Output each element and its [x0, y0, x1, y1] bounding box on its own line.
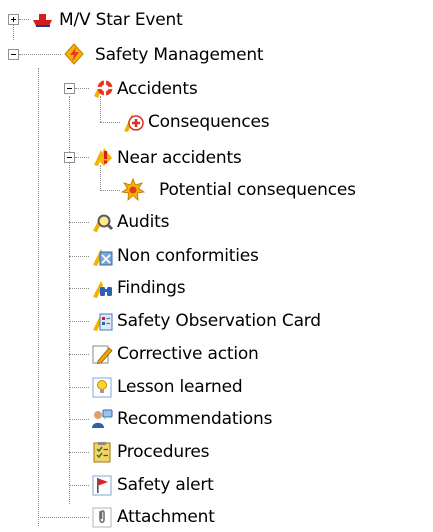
red-flag-icon — [90, 473, 114, 497]
tree-node-potential-consequences[interactable]: Potential consequences — [0, 175, 433, 205]
tree-connector — [69, 222, 89, 223]
tree-node-label: Safety Management — [95, 45, 264, 65]
collapse-button[interactable] — [64, 152, 75, 163]
tree-node-label: M/V Star Event — [59, 10, 183, 30]
navigation-tree: M/V Star Event Safety Management Acciden… — [0, 0, 433, 531]
warning-exclamation-icon — [90, 145, 114, 169]
tree-connector — [69, 452, 89, 453]
tree-node-label: Procedures — [117, 442, 210, 462]
tree-connector — [38, 517, 89, 518]
tree-node-label: Safety Observation Card — [117, 311, 321, 331]
tree-node-label: Potential consequences — [159, 180, 356, 200]
tree-connector — [75, 157, 89, 158]
paperclip-icon — [90, 505, 114, 529]
checklist-icon — [90, 440, 114, 464]
tree-connector — [69, 256, 89, 257]
tree-connector — [19, 54, 61, 55]
tree-node-non-conformities[interactable]: Non conformities — [0, 241, 433, 271]
collapse-button[interactable] — [64, 83, 75, 94]
tree-connector — [69, 387, 89, 388]
pencil-icon — [90, 342, 114, 366]
tree-node-attachment[interactable]: Attachment — [0, 502, 433, 532]
tree-node-label: Recommendations — [117, 409, 273, 429]
tree-node-label: Near accidents — [117, 148, 242, 168]
tree-connector — [69, 485, 89, 486]
collapse-button[interactable] — [8, 49, 19, 60]
tree-node-label: Attachment — [117, 507, 215, 527]
tree-node-lesson-learned[interactable]: Lesson learned — [0, 372, 433, 402]
tree-connector — [75, 88, 89, 89]
tree-node-procedures[interactable]: Procedures — [0, 437, 433, 467]
lightning-shield-icon — [62, 42, 86, 66]
tree-node-label: Accidents — [117, 79, 198, 99]
tree-node-mv-star-event[interactable]: M/V Star Event — [0, 5, 433, 35]
tree-node-label: Corrective action — [117, 344, 259, 364]
first-aid-icon — [121, 110, 145, 134]
tree-node-label: Findings — [117, 278, 186, 298]
tree-node-label: Consequences — [148, 112, 270, 132]
document-cross-icon — [90, 244, 114, 268]
tree-node-label: Audits — [117, 212, 170, 232]
tree-node-recommendations[interactable]: Recommendations — [0, 404, 433, 434]
expand-button[interactable] — [8, 14, 19, 25]
burst-warning-icon — [121, 178, 145, 202]
lifebuoy-icon — [90, 76, 114, 100]
tree-connector — [100, 190, 120, 191]
tree-node-safety-alert[interactable]: Safety alert — [0, 470, 433, 500]
lightbulb-icon — [90, 375, 114, 399]
tree-node-near-accidents[interactable]: Near accidents — [0, 143, 433, 173]
person-speech-icon — [90, 407, 114, 431]
tree-node-consequences[interactable]: Consequences — [0, 107, 433, 137]
tree-node-label: Lesson learned — [117, 377, 243, 397]
tree-node-label: Non conformities — [117, 246, 259, 266]
tree-node-corrective-action[interactable]: Corrective action — [0, 339, 433, 369]
tree-connector — [69, 288, 89, 289]
tree-node-safety-management[interactable]: Safety Management — [0, 40, 433, 70]
tree-node-findings[interactable]: Findings — [0, 273, 433, 303]
tree-connector — [100, 122, 120, 123]
tree-node-label: Safety alert — [117, 475, 214, 495]
binoculars-icon — [90, 276, 114, 300]
tree-node-audits[interactable]: Audits — [0, 207, 433, 237]
tree-connector — [69, 321, 89, 322]
tree-connector — [69, 354, 89, 355]
tree-node-safety-observation-card[interactable]: Safety Observation Card — [0, 306, 433, 336]
tree-connector — [69, 419, 89, 420]
tree-connector — [19, 19, 29, 20]
observation-card-icon — [90, 309, 114, 333]
tree-node-accidents[interactable]: Accidents — [0, 74, 433, 104]
ship-icon — [30, 8, 54, 32]
magnifier-icon — [90, 210, 114, 234]
